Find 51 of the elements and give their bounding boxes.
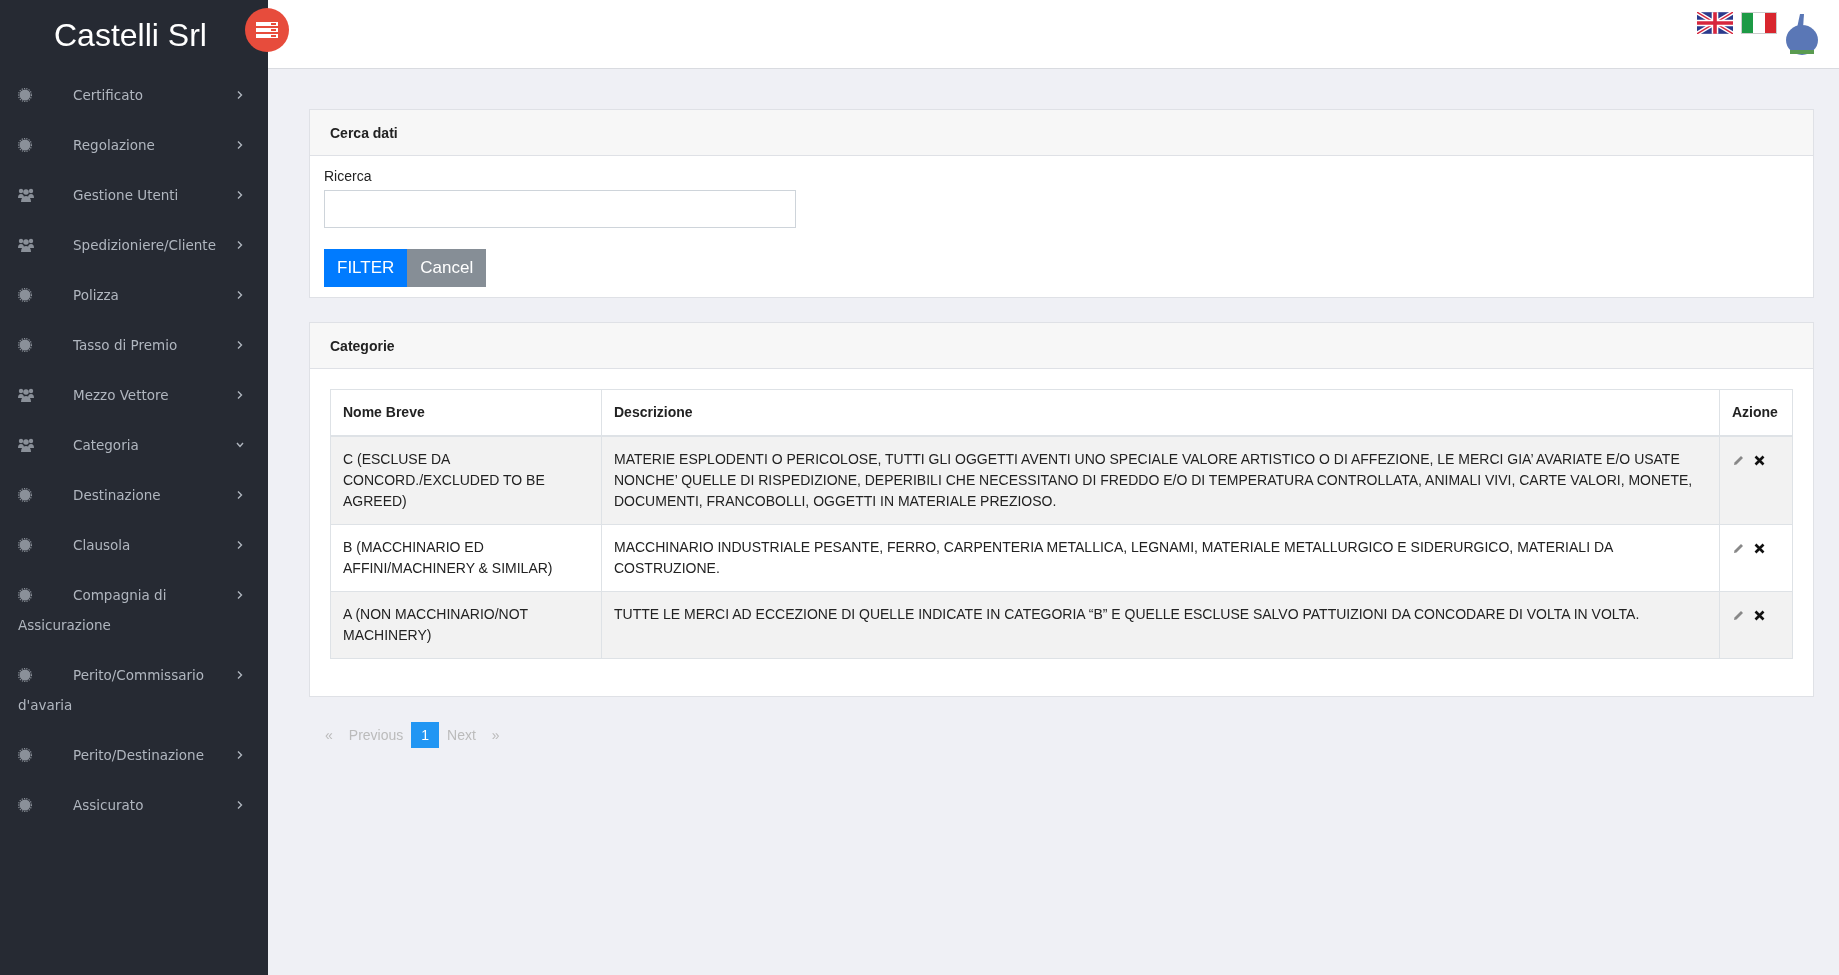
table-cell: TUTTE LE MERCI AD ECCEZIONE DI QUELLE INDICATE IN CATEGORIA “B” E QUELLE ESCLUSE SALVO PATTUIZIONI DA CONCODARE DI VOLTA IN VOLTA.: [601, 591, 1720, 659]
sidebar-item[interactable]: Regolazione: [0, 120, 268, 170]
table-cell: A (NON MACCHINARIO/NOT MACHINERY): [330, 591, 602, 659]
gear-icon: [18, 288, 32, 302]
search-field[interactable]: [324, 190, 796, 228]
sidebar-item[interactable]: Tasso di Premio: [0, 320, 268, 370]
table-cell: B (MACCHINARIO ED AFFINI/MACHINERY & SIMILAR): [330, 524, 602, 592]
gear-icon: [18, 748, 32, 762]
menu-icon: [256, 22, 278, 38]
sidebar-item[interactable]: Clausola: [0, 520, 268, 570]
sidebar-item[interactable]: Perito/Destinazione: [0, 730, 268, 780]
sidebar-item[interactable]: Gestione Utenti: [0, 170, 268, 220]
users-icon: [18, 238, 34, 252]
italy-flag-icon[interactable]: [1741, 12, 1777, 34]
sidebar-item[interactable]: Spedizioniere/Cliente: [0, 220, 268, 270]
card-title: Categorie: [330, 337, 395, 354]
gear-icon: [18, 798, 32, 812]
sidebar-item[interactable]: Compagnia di Assicurazione: [0, 570, 268, 650]
logo-badge-icon: [1785, 12, 1819, 56]
field-label: Ricerca: [324, 168, 373, 184]
pencil-icon[interactable]: [1732, 608, 1745, 622]
close-icon[interactable]: [1754, 609, 1765, 621]
users-icon: [18, 438, 34, 452]
brand-name: Castelli Srl: [54, 16, 207, 54]
sidebar-item[interactable]: Destinazione: [0, 470, 268, 520]
table-cell: MACCHINARIO INDUSTRIALE PESANTE, FERRO, CARPENTERIA METALLICA, LEGNAMI, MATERIALE METALLURGICO E SIDERURGICO, MATERIALI DA COSTRUZIONE.: [601, 524, 1720, 592]
close-icon[interactable]: [1754, 454, 1765, 466]
sidebar-item[interactable]: Certificato: [0, 70, 268, 120]
menu-toggle-button[interactable]: [245, 8, 289, 52]
sidebar-item[interactable]: Mezzo Vettore: [0, 370, 268, 420]
table-cell: MATERIE ESPLODENTI O PERICOLOSE, TUTTI GLI OGGETTI AVENTI UNO SPECIALE VALORE ARTISTICO O DI AFFEZIONE, LE MERCI GIA’ AVARIATE E/O USATE NONCHE’ QUELLE DI RISPEDIZIONE, DEPERIBILI CHE NECESSITANO DI FREDDO E/O DI TEMPERATURA CONTROLLATA, ANIMALI VIVI, CARTE VALORI, MONETE, DOCUMENTI, FRANCOBOLLI, OGGETTI IN MATERIALE PREZIOSO.: [601, 436, 1720, 525]
users-icon: [18, 388, 34, 402]
gear-icon: [18, 138, 32, 152]
gear-icon: [18, 538, 32, 552]
gear-icon: [18, 338, 32, 352]
sidebar-item[interactable]: Polizza: [0, 270, 268, 320]
card-title: Cerca dati: [330, 124, 398, 141]
gear-icon: [18, 588, 32, 602]
gear-icon: [18, 88, 32, 102]
sidebar-item[interactable]: Assicurato: [0, 780, 268, 830]
sidebar-item[interactable]: Categoria: [0, 420, 268, 470]
filter-button[interactable]: FILTER: [324, 249, 408, 287]
pencil-icon[interactable]: [1732, 453, 1745, 467]
pencil-icon[interactable]: [1732, 541, 1745, 555]
sidebar-item[interactable]: Perito/Commissario d'avaria: [0, 650, 268, 730]
uk-flag-icon[interactable]: [1697, 12, 1733, 34]
gear-icon: [18, 668, 32, 682]
gear-icon: [18, 488, 32, 502]
table-cell: C (ESCLUSE DA CONCORD./EXCLUDED TO BE AGREED): [330, 436, 602, 525]
close-icon[interactable]: [1754, 542, 1765, 554]
users-icon: [18, 188, 34, 202]
